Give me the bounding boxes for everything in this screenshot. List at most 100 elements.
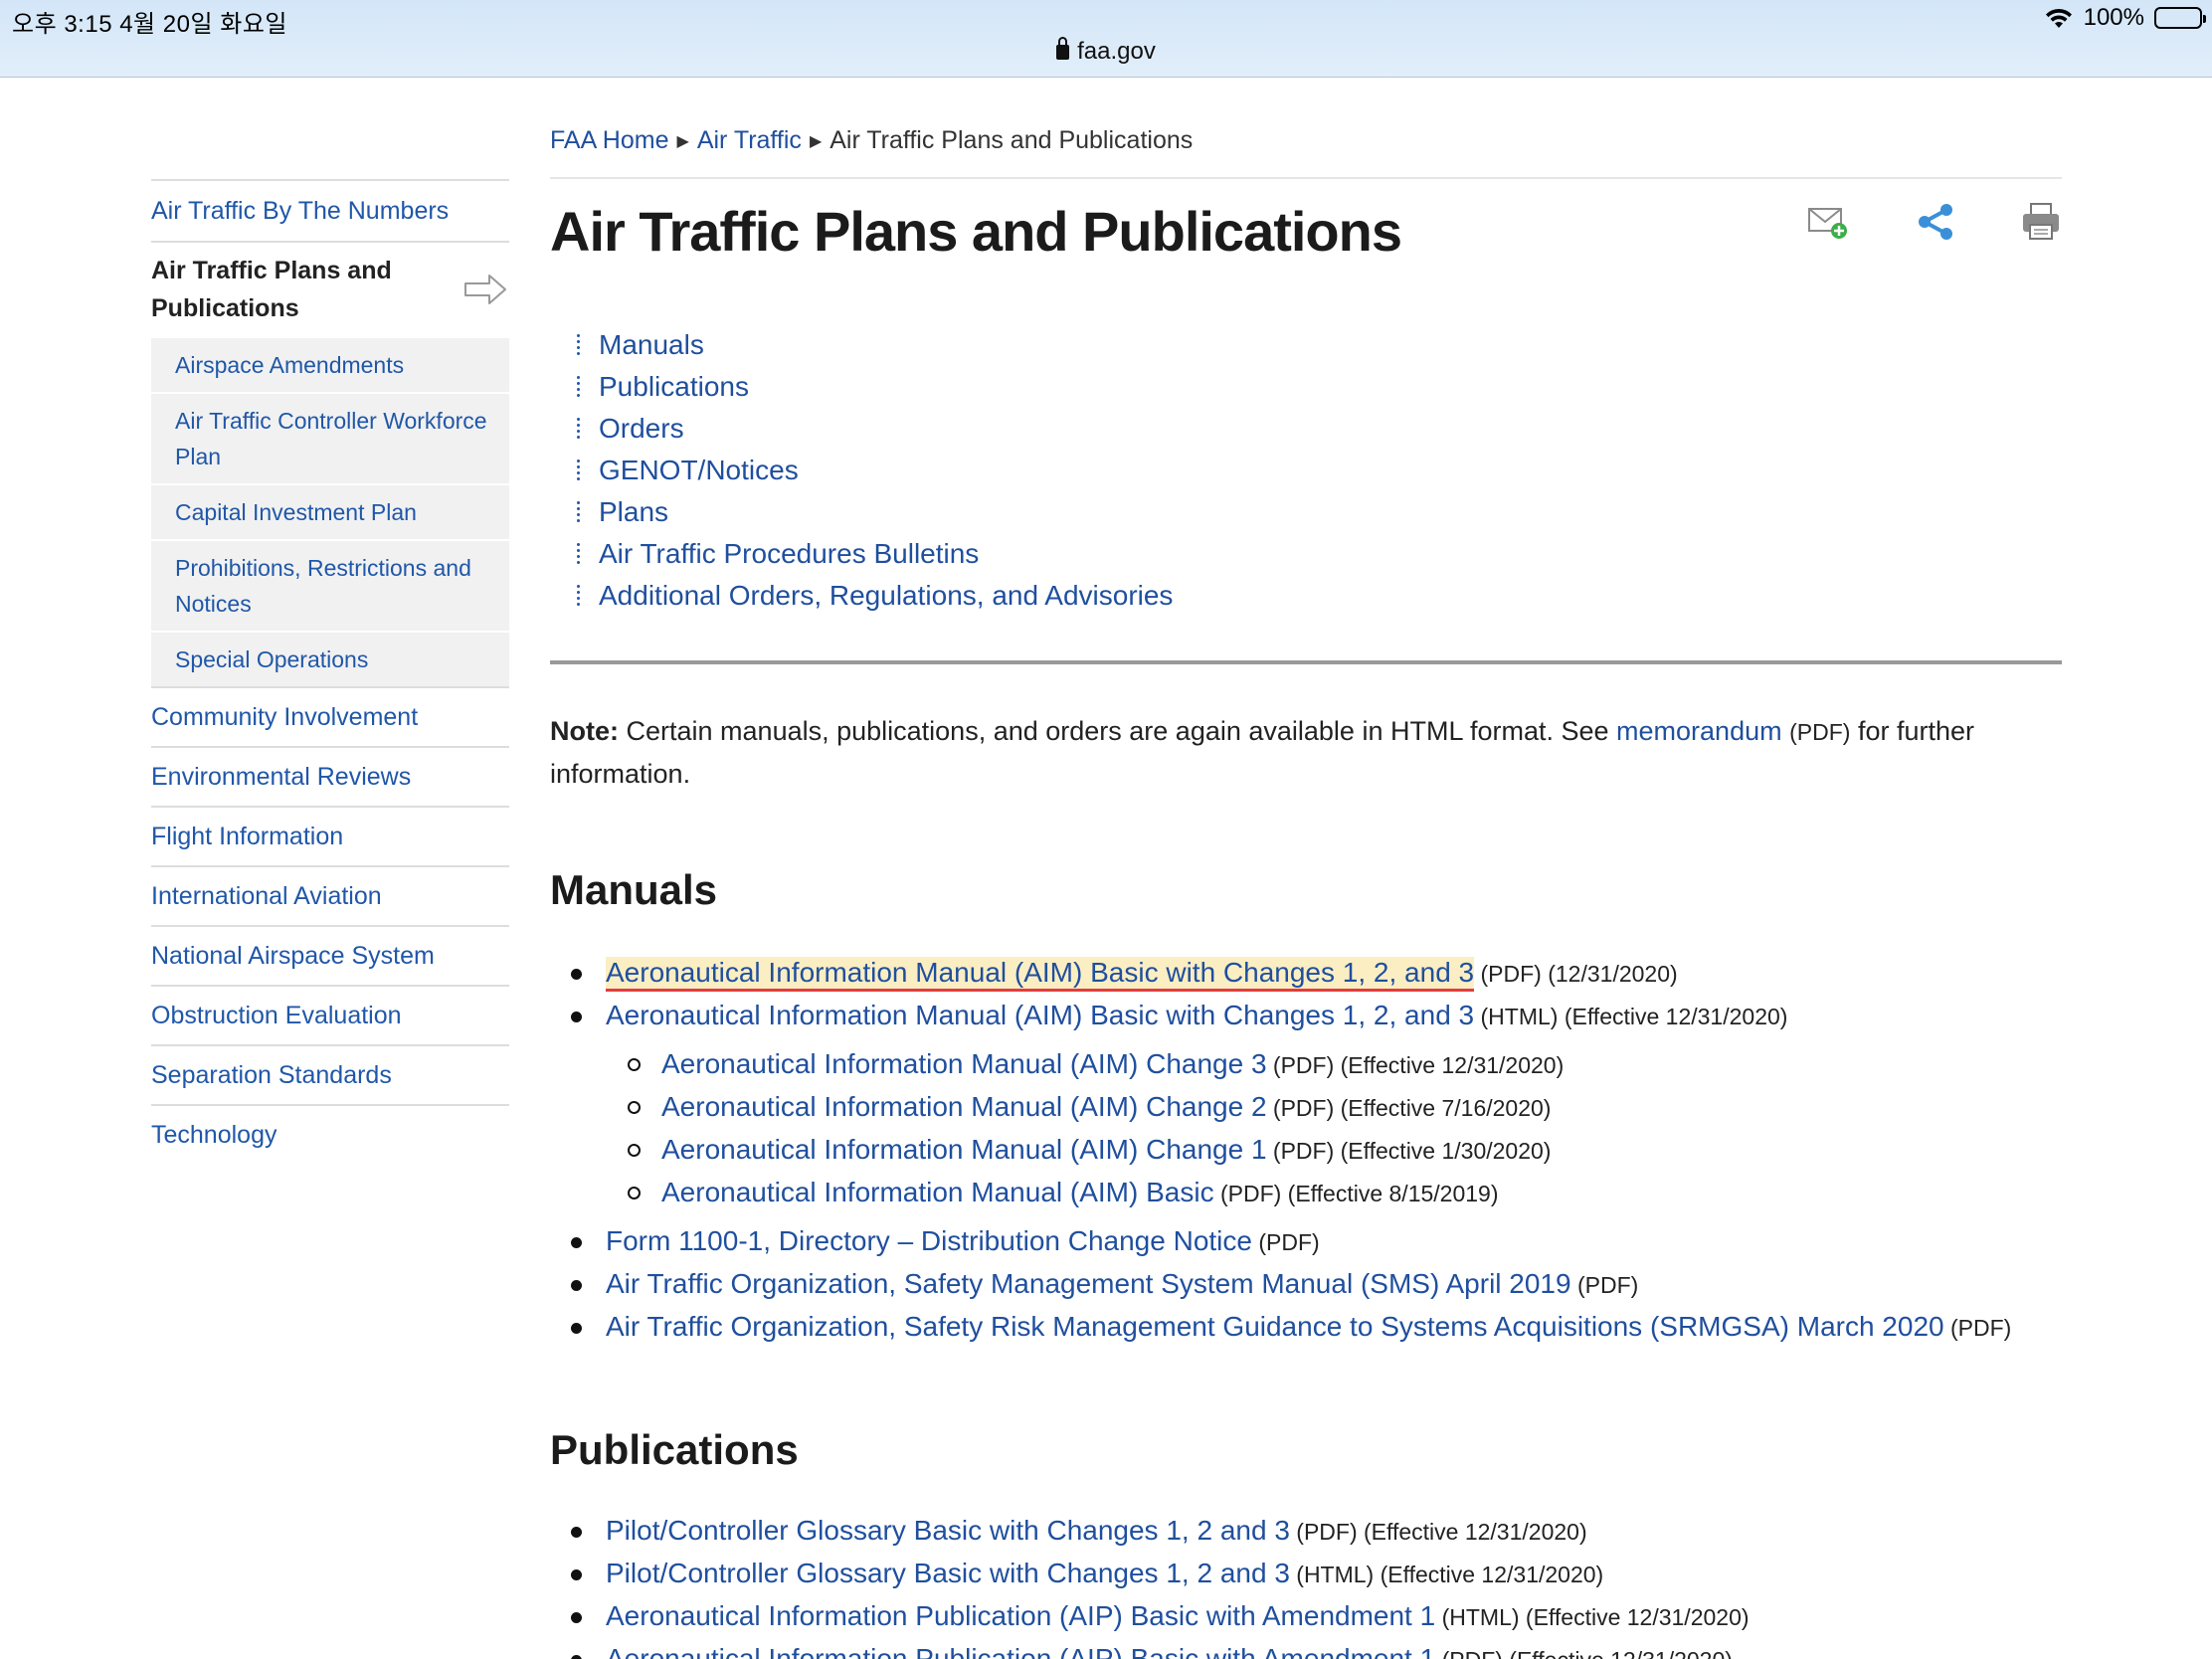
memorandum-link[interactable]: memorandum (1616, 716, 1782, 746)
sidebar-item-national-airspace-system[interactable]: National Airspace System (151, 925, 509, 985)
list-item: Aeronautical Information Manual (AIM) Ba… (606, 1172, 2062, 1214)
toc-link[interactable]: Plans (599, 491, 668, 533)
breadcrumb-air-traffic-link[interactable]: Air Traffic (697, 126, 802, 154)
print-icon[interactable] (2020, 201, 2062, 243)
sidebar-item-label: Air Traffic By The Numbers (151, 196, 450, 225)
note-text: Certain manuals, publications, and order… (619, 716, 1617, 746)
sidebar-item-label: Environmental Reviews (151, 762, 412, 791)
aim-html-link[interactable]: Aeronautical Information Manual (AIM) Ba… (606, 1000, 1474, 1030)
address-domain: faa.gov (1077, 38, 1156, 65)
sidebar-subitem-label: Capital Investment Plan (175, 499, 417, 525)
sidebar-item-active[interactable]: Air Traffic Plans and Publications (151, 241, 509, 336)
anchor-down-icon (574, 542, 584, 566)
sidebar-item-label: Community Involvement (151, 702, 419, 731)
aip-html-link[interactable]: Aeronautical Information Publication (AI… (606, 1600, 1435, 1631)
sidebar-subitem-prohibitions[interactable]: Prohibitions, Restrictions and Notices (151, 539, 509, 631)
item-meta: (HTML) (Effective 12/31/2020) (1289, 1562, 1604, 1587)
toc-item-genot-notices[interactable]: GENOT/Notices (574, 450, 2062, 491)
sidebar-subitem-special-operations[interactable]: Special Operations (151, 631, 509, 686)
manuals-heading: Manuals (550, 866, 718, 913)
sidebar-subitem-capital-investment-plan[interactable]: Capital Investment Plan (151, 483, 509, 539)
toc-link[interactable]: Orders (599, 408, 684, 450)
anchor-down-icon (574, 584, 584, 608)
lock-icon (1056, 37, 1070, 60)
list-item: Pilot/Controller Glossary Basic with Cha… (550, 1510, 2062, 1553)
item-meta: (HTML) (Effective 12/31/2020) (1474, 1004, 1788, 1029)
sidebar-subitem-label: Prohibitions, Restrictions and Notices (175, 555, 471, 617)
item-meta: (PDF) (Effective 12/31/2020) (1266, 1052, 1565, 1078)
sidebar-item-international-aviation[interactable]: International Aviation (151, 865, 509, 925)
aip-pdf-link[interactable]: Aeronautical Information Publication (AI… (606, 1643, 1435, 1659)
toc-link[interactable]: Air Traffic Procedures Bulletins (599, 533, 979, 575)
toc-item-additional-orders[interactable]: Additional Orders, Regulations, and Advi… (574, 575, 2062, 617)
item-meta: (PDF) (Effective 1/30/2020) (1266, 1138, 1552, 1164)
sidebar-subitem-airspace-amendments[interactable]: Airspace Amendments (151, 336, 509, 392)
note-label: Note: (550, 716, 619, 746)
sidebar-item-label: Separation Standards (151, 1060, 392, 1089)
anchor-down-icon (574, 375, 584, 399)
sidebar-item-obstruction-evaluation[interactable]: Obstruction Evaluation (151, 985, 509, 1044)
item-meta: (PDF) (1943, 1315, 2012, 1341)
browser-top-bar: 오후 3:15 4월 20일 화요일 100% faa.gov (0, 0, 2212, 78)
list-item: Aeronautical Information Manual (AIM) Ba… (550, 952, 2062, 995)
toc-item-manuals[interactable]: Manuals (574, 324, 2062, 366)
sidebar-subitem-controller-workforce-plan[interactable]: Air Traffic Controller Workforce Plan (151, 392, 509, 483)
address-bar[interactable]: faa.gov (0, 37, 2212, 66)
toc-link[interactable]: Manuals (599, 324, 704, 366)
email-subscribe-icon[interactable] (1807, 201, 1849, 243)
main-content: FAA Home ▶ Air Traffic ▶ Air Traffic Plans a… (550, 119, 2062, 1659)
sidebar-item-technology[interactable]: Technology (151, 1104, 509, 1164)
item-meta: (PDF) (Effective 7/16/2020) (1266, 1095, 1552, 1121)
srmgsa-link[interactable]: Air Traffic Organization, Safety Risk Ma… (606, 1311, 1944, 1342)
breadcrumb-separator-icon: ▶ (809, 133, 823, 150)
anchor-down-icon (574, 417, 584, 441)
list-item: Aeronautical Information Manual (AIM) Ch… (606, 1129, 2062, 1172)
toc-item-plans[interactable]: Plans (574, 491, 2062, 533)
toc-item-publications[interactable]: Publications (574, 366, 2062, 408)
title-row: Air Traffic Plans and Publications (550, 179, 2062, 273)
sidebar-subitem-label: Airspace Amendments (175, 352, 405, 378)
aim-pdf-link[interactable]: Aeronautical Information Manual (AIM) Ba… (606, 957, 1475, 992)
sidebar-item-label: Technology (151, 1120, 277, 1149)
toc-link[interactable]: GENOT/Notices (599, 450, 799, 491)
sms-manual-link[interactable]: Air Traffic Organization, Safety Managem… (606, 1268, 1571, 1299)
list-item: Aeronautical Information Publication (AI… (550, 1638, 2062, 1659)
share-icon[interactable] (1915, 201, 1956, 243)
aim-change-2-link[interactable]: Aeronautical Information Manual (AIM) Ch… (661, 1091, 1267, 1122)
aim-change-3-link[interactable]: Aeronautical Information Manual (AIM) Ch… (661, 1048, 1267, 1079)
aim-change-1-link[interactable]: Aeronautical Information Manual (AIM) Ch… (661, 1134, 1267, 1165)
battery-icon (2154, 7, 2206, 29)
note-paragraph: Note: Certain manuals, publications, and… (550, 710, 2062, 795)
anchor-down-icon (574, 500, 584, 524)
sidebar-item-label: Flight Information (151, 822, 344, 850)
breadcrumb-home-link[interactable]: FAA Home (550, 126, 669, 154)
list-item: Aeronautical Information Manual (AIM) Ch… (606, 1086, 2062, 1129)
sidebar-item-environmental-reviews[interactable]: Environmental Reviews (151, 746, 509, 806)
sidebar-item-separation-standards[interactable]: Separation Standards (151, 1044, 509, 1104)
sidebar-item-flight-information[interactable]: Flight Information (151, 806, 509, 865)
sidebar-item-label: International Aviation (151, 881, 382, 910)
list-item: Aeronautical Information Manual (AIM) Ba… (550, 995, 2062, 1214)
publications-list: Pilot/Controller Glossary Basic with Cha… (550, 1510, 2062, 1659)
pcg-html-link[interactable]: Pilot/Controller Glossary Basic with Cha… (606, 1558, 1290, 1588)
pcg-pdf-link[interactable]: Pilot/Controller Glossary Basic with Cha… (606, 1515, 1290, 1546)
list-item: Aeronautical Information Manual (AIM) Ch… (606, 1043, 2062, 1086)
item-meta: (PDF) (1570, 1272, 1639, 1298)
table-of-contents: Manuals Publications Orders GENOT/Notice… (550, 324, 2062, 617)
note-pdf-tag: (PDF) (1789, 719, 1851, 745)
toc-item-orders[interactable]: Orders (574, 408, 2062, 450)
sidebar-item-air-traffic-by-the-numbers[interactable]: Air Traffic By The Numbers (151, 179, 509, 241)
status-indicators: 100% (2044, 4, 2206, 32)
aim-basic-link[interactable]: Aeronautical Information Manual (AIM) Ba… (661, 1177, 1214, 1207)
form-1100-1-link[interactable]: Form 1100-1, Directory – Distribution Ch… (606, 1225, 1252, 1256)
wifi-icon (2045, 8, 2072, 28)
item-meta: (PDF) (12/31/2020) (1474, 961, 1678, 987)
toc-item-procedures-bulletins[interactable]: Air Traffic Procedures Bulletins (574, 533, 2062, 575)
list-item: Air Traffic Organization, Safety Managem… (550, 1263, 2062, 1306)
sidebar-item-community-involvement[interactable]: Community Involvement (151, 686, 509, 746)
toc-link[interactable]: Publications (599, 366, 749, 408)
breadcrumb-current: Air Traffic Plans and Publications (830, 126, 1194, 154)
list-item: Aeronautical Information Publication (AI… (550, 1595, 2062, 1638)
aim-sublist: Aeronautical Information Manual (AIM) Ch… (606, 1043, 2062, 1214)
toc-link[interactable]: Additional Orders, Regulations, and Advi… (599, 575, 1173, 617)
